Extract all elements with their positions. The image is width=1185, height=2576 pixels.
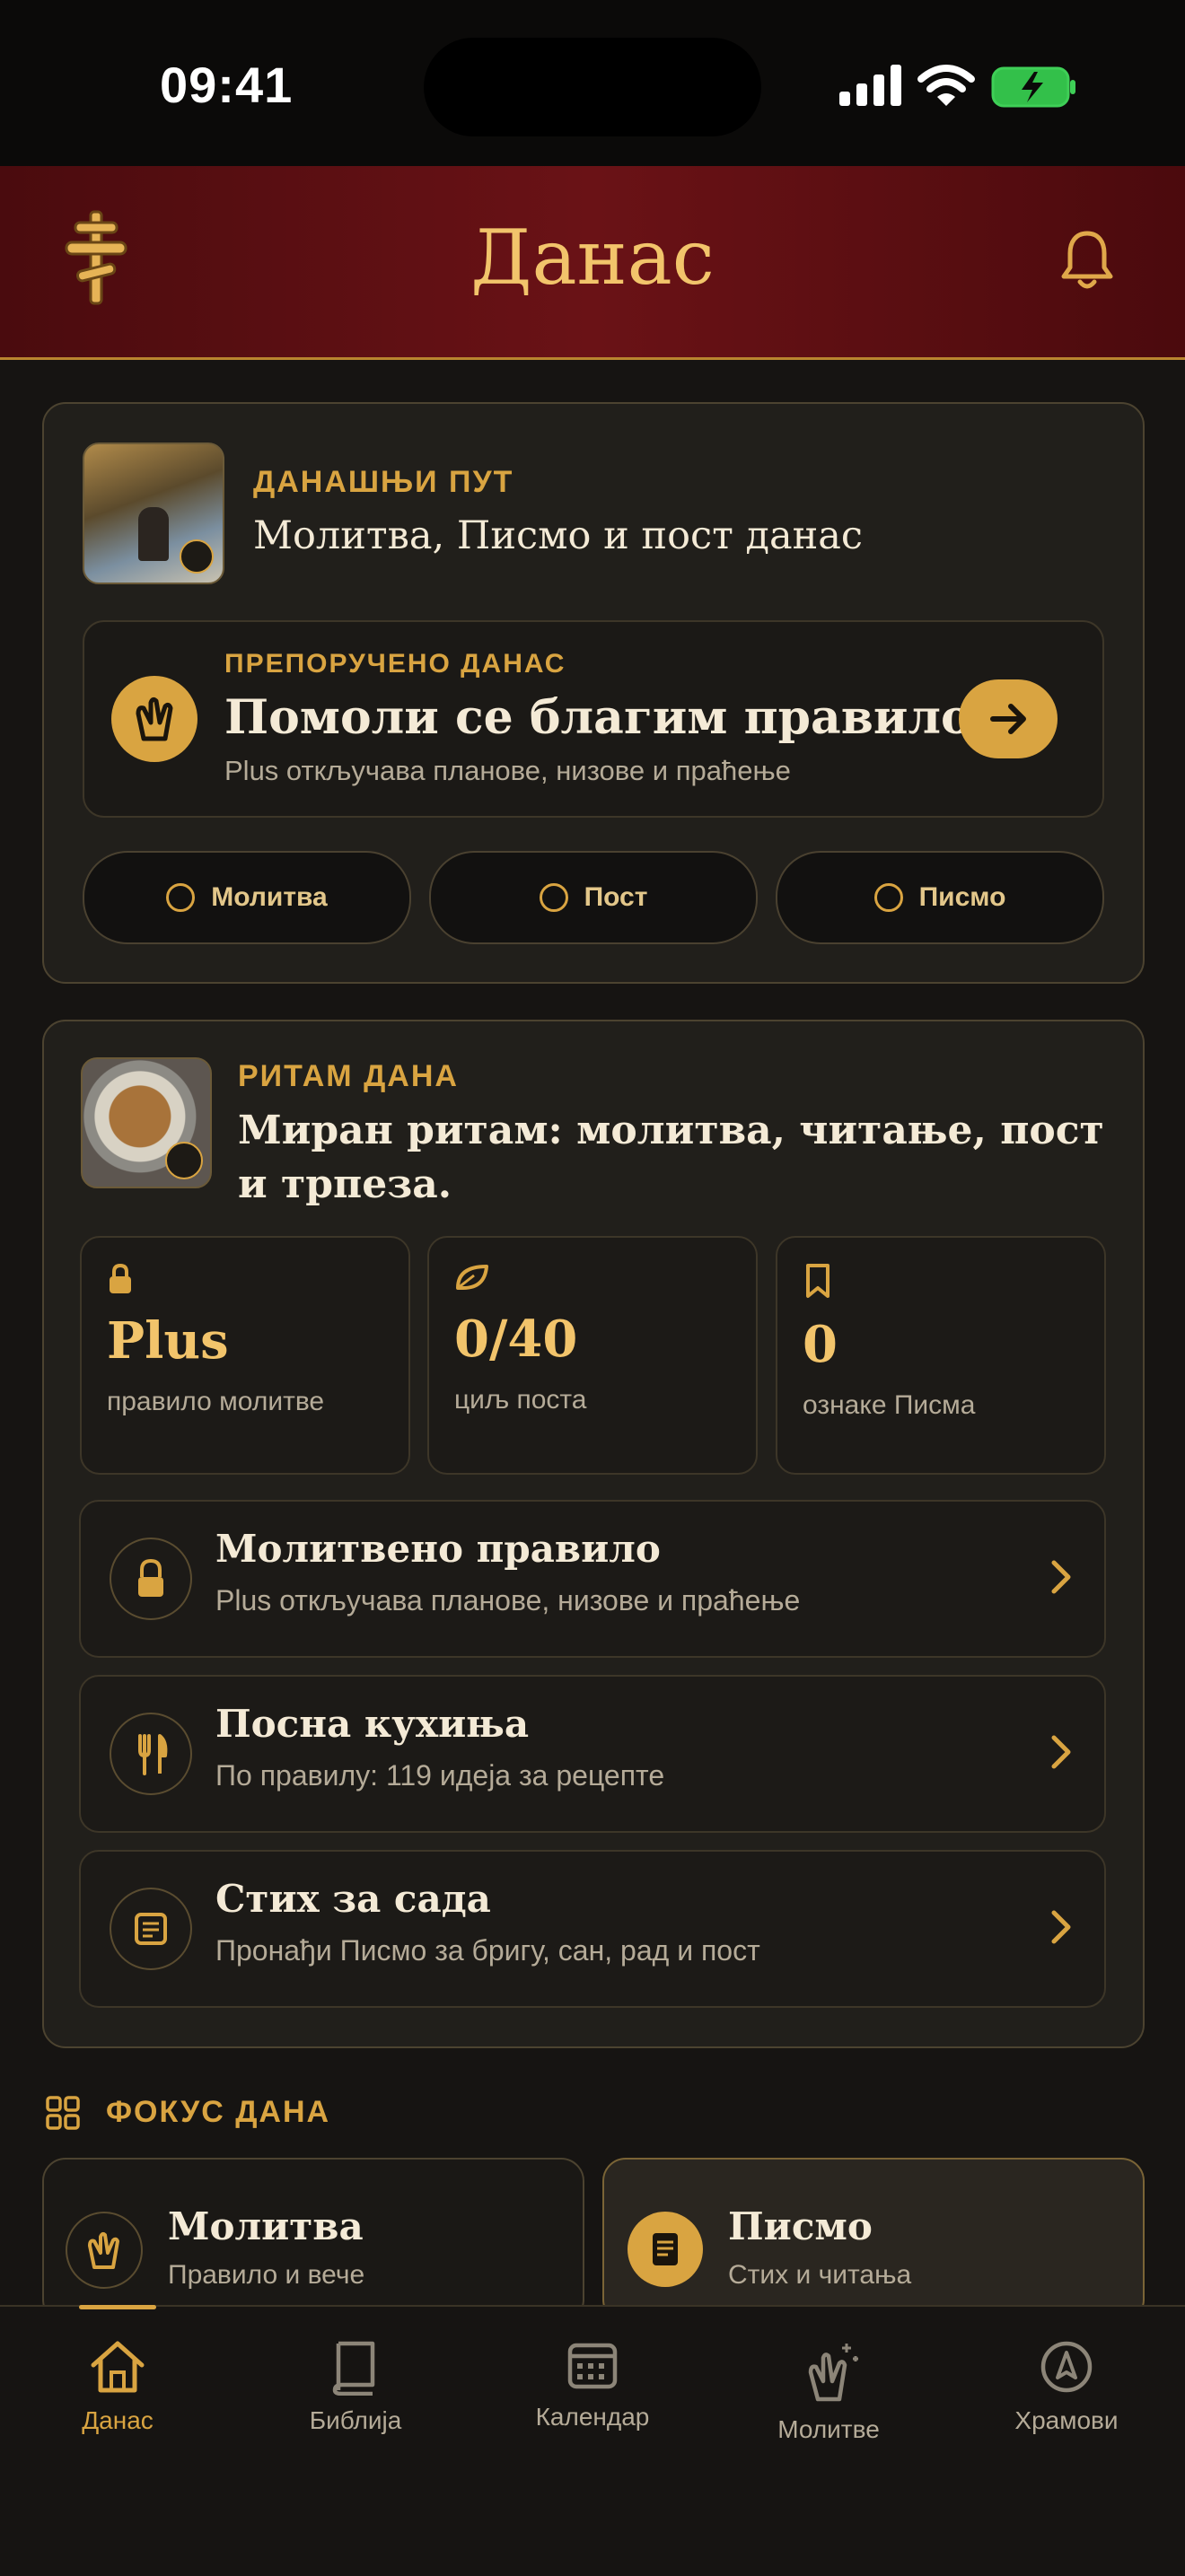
circle-icon [539, 883, 568, 912]
lock-icon [110, 1538, 192, 1620]
path-title: Молитва, Писмо и пост данас [253, 513, 864, 558]
notification-bell-icon[interactable] [1059, 228, 1115, 291]
page-title: Данас [470, 214, 715, 302]
status-time: 09:41 [160, 57, 294, 113]
recommended-title: Помоли се благим правилом [224, 690, 1013, 745]
stat-bookmarks-value: 0 [803, 1315, 838, 1374]
praying-hands-icon [111, 676, 198, 762]
chevron-right-icon [1051, 1560, 1071, 1594]
pill-fast[interactable]: Пост [429, 851, 758, 944]
tab-temples-label: Храмови [1014, 2406, 1119, 2434]
calendar-icon [567, 2343, 618, 2389]
row-kitchen-title: Посна кухиња [215, 1702, 530, 1746]
stat-fast-goal[interactable]: 0/40 циљ поста [427, 1236, 758, 1475]
row-verse-subtitle: Пронађи Писмо за бригу, сан, рад и пост [215, 1934, 760, 1967]
fork-knife-icon [110, 1713, 192, 1795]
row-prayer-title: Молитвено правило [215, 1527, 661, 1571]
arrow-right-button[interactable] [959, 679, 1058, 758]
pill-prayer[interactable]: Молитва [83, 851, 411, 944]
stat-bookmarks-label: ознаке Писма [803, 1390, 976, 1420]
row-prayer-subtitle: Plus откључава планове, низове и праћење [215, 1584, 801, 1617]
tab-prayers[interactable]: Молитве [739, 2338, 918, 2444]
stat-prayer-label: правило молитве [107, 1387, 325, 1416]
bookmark-icon [806, 1264, 830, 1298]
tab-today-label: Данас [82, 2406, 154, 2434]
stat-prayer-value: Plus [107, 1311, 229, 1371]
stat-fast-value: 0/40 [454, 1310, 578, 1369]
focus-card-prayer[interactable]: Молитва Правило и вече [42, 2158, 584, 2323]
row-verse-now[interactable]: Стих за сада Пронађи Писмо за бригу, сан… [79, 1850, 1106, 2008]
rhythm-kicker: РИТАМ ДАНА [238, 1059, 459, 1093]
book-icon [332, 2341, 375, 2396]
rhythm-title-line2: и трпеза. [238, 1161, 452, 1207]
leaf-icon [456, 1265, 488, 1290]
arrow-right-icon [990, 704, 1026, 734]
scripture-book-icon [628, 2212, 703, 2287]
tab-prayers-label: Молитве [777, 2415, 880, 2443]
recommended-today-card[interactable]: ПРЕПОРУЧЕНО ДАНАС Помоли се благим прави… [83, 620, 1104, 818]
wifi-icon [917, 65, 975, 106]
circle-icon [166, 883, 196, 912]
circle-icon [873, 883, 903, 912]
stat-fast-label: циљ поста [454, 1385, 587, 1415]
tab-bible-label: Библија [309, 2406, 402, 2434]
soup-bowl-thumbnail [81, 1057, 212, 1188]
chevron-right-icon [1051, 1735, 1071, 1769]
dynamic-island [424, 38, 761, 136]
pill-prayer-label: Молитва [211, 882, 328, 912]
pill-fast-label: Пост [584, 882, 648, 912]
row-kitchen-subtitle: По правилу: 119 идеја за рецепте [215, 1759, 665, 1792]
focus-heading: ФОКУС ДАНА [106, 2095, 331, 2129]
stat-scripture-bookmarks[interactable]: 0 ознаке Писма [776, 1236, 1106, 1475]
pill-scripture-label: Писмо [918, 882, 1006, 912]
focus-card-scripture[interactable]: Писмо Стих и читања [602, 2158, 1145, 2323]
stat-prayer-rule[interactable]: Plus правило молитве [80, 1236, 410, 1475]
focus-scripture-subtitle: Стих и читања [728, 2260, 912, 2290]
cellular-signal-icon [839, 65, 901, 106]
focus-prayer-title: Молитва [168, 2204, 364, 2248]
status-bar: 09:41 [0, 0, 1185, 166]
tab-today[interactable]: Данас [28, 2338, 207, 2435]
pill-scripture[interactable]: Писмо [776, 851, 1104, 944]
praying-hands-icon [66, 2212, 143, 2289]
tab-calendar[interactable]: Календар [503, 2338, 682, 2431]
tab-bible[interactable]: Библија [266, 2338, 445, 2435]
todays-path-card: ДАНАШЊИ ПУТ Молитва, Писмо и пост данас … [42, 402, 1145, 984]
rhythm-title-line1: Миран ритам: молитва, читање, пост [238, 1108, 1104, 1153]
navigation-compass-icon [1040, 2341, 1093, 2393]
praying-hands-icon [808, 2344, 858, 2402]
tab-calendar-label: Календар [535, 2403, 650, 2431]
focus-prayer-subtitle: Правило и вече [168, 2260, 365, 2290]
recommended-subtitle: Plus откључава планове, низове и праћење [224, 755, 791, 786]
active-tab-indicator [79, 2305, 156, 2309]
grid-icon [46, 2096, 80, 2130]
row-verse-title: Стих за сада [215, 1877, 491, 1921]
focus-scripture-title: Писмо [728, 2204, 873, 2248]
scripture-icon [110, 1888, 192, 1970]
home-icon [91, 2341, 145, 2393]
tab-temples[interactable]: Храмови [977, 2338, 1156, 2435]
row-prayer-rule[interactable]: Молитвено правило Plus откључава планове… [79, 1500, 1106, 1658]
lock-icon [110, 1263, 131, 1293]
recommended-kicker: ПРЕПОРУЧЕНО ДАНАС [224, 649, 566, 679]
church-interior-thumbnail [83, 442, 224, 584]
chevron-right-icon [1051, 1910, 1071, 1944]
path-kicker: ДАНАШЊИ ПУТ [253, 465, 514, 499]
battery-charging-icon [991, 66, 1075, 108]
row-fasting-kitchen[interactable]: Посна кухиња По правилу: 119 идеја за ре… [79, 1675, 1106, 1833]
